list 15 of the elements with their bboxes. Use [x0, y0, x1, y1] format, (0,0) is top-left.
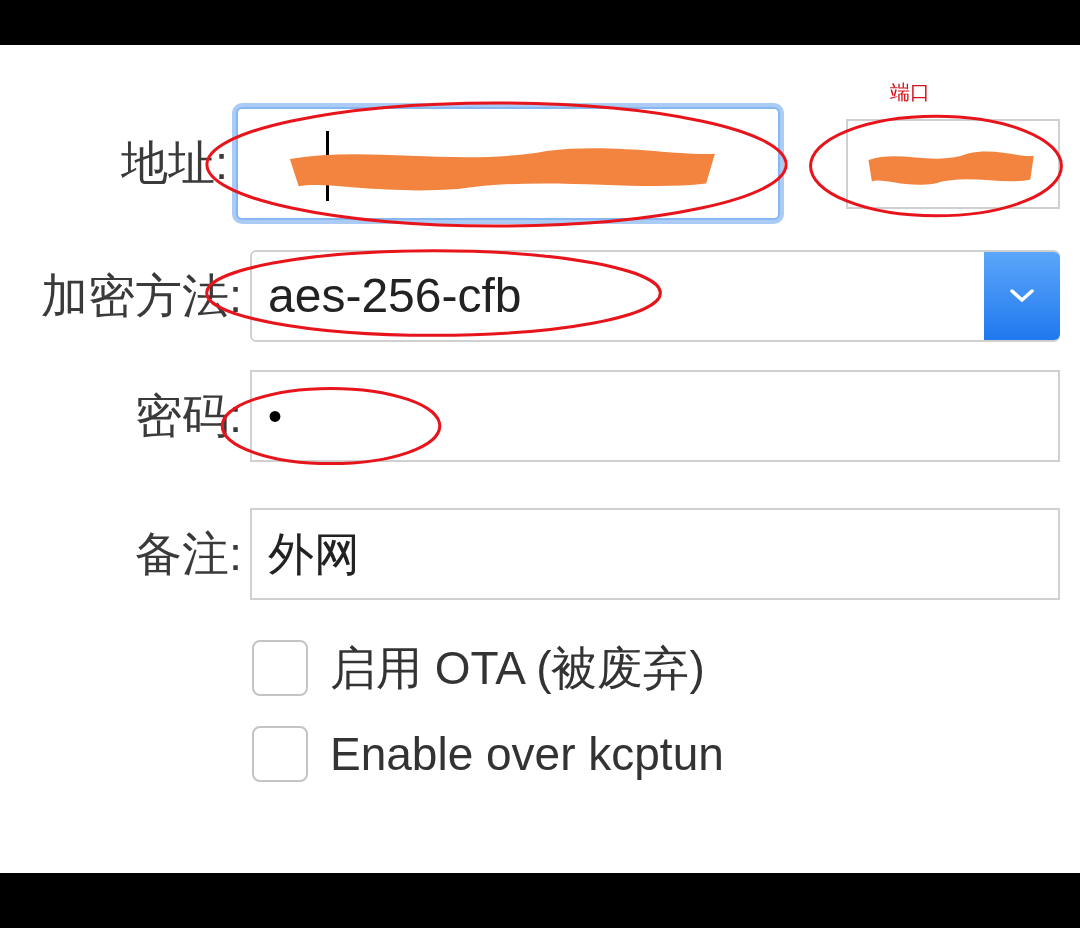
- remark-field[interactable]: 外网: [250, 508, 1060, 600]
- annotation-note: 端口: [890, 79, 930, 106]
- encryption-dropdown[interactable]: aes-256-cfb: [250, 250, 1060, 342]
- dropdown-chevron-button[interactable]: [984, 252, 1060, 340]
- checkbox-label: 启用 OTA (被废弃): [330, 640, 705, 696]
- password-value: •: [267, 393, 282, 440]
- checkbox[interactable]: [252, 640, 308, 696]
- remark-value: 外网: [267, 526, 360, 582]
- dropdown-value: aes-256-cfb: [267, 268, 522, 324]
- port-field[interactable]: [846, 118, 1060, 209]
- checkbox[interactable]: [252, 726, 308, 782]
- chevron-down-icon: [1009, 288, 1035, 304]
- password-field[interactable]: •: [250, 370, 1060, 462]
- field-label: 备注:: [134, 525, 243, 582]
- checkbox-label: Enable over kcptun: [330, 726, 724, 782]
